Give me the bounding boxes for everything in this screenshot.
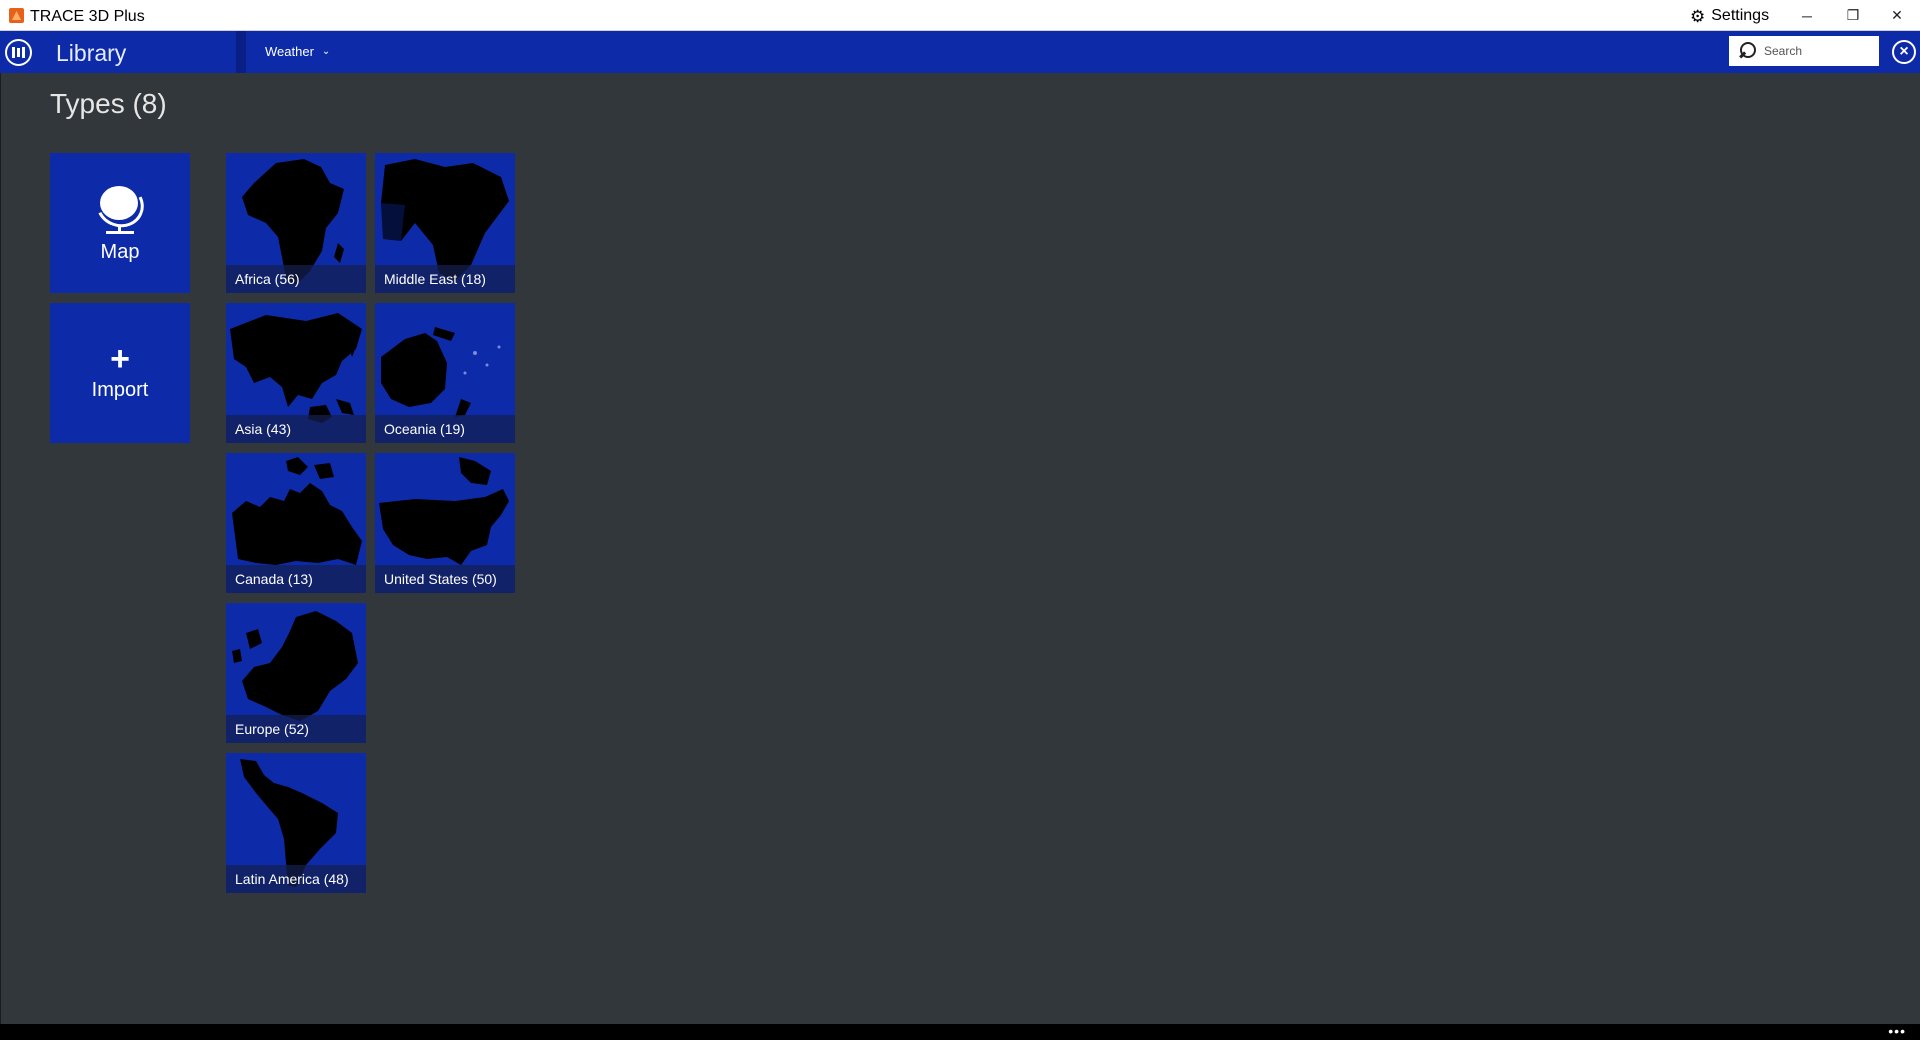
search-input[interactable]: [1764, 44, 1874, 58]
window-title: TRACE 3D Plus: [30, 8, 145, 25]
plus-icon: +: [110, 339, 130, 378]
import-tile[interactable]: + Import: [50, 303, 190, 443]
region-label: Oceania (19): [375, 415, 515, 443]
region-tile-africa[interactable]: Africa (56): [226, 153, 366, 293]
region-tile-europe[interactable]: Europe (52): [226, 603, 366, 743]
settings-label: Settings: [1711, 7, 1770, 24]
region-tile-asia[interactable]: Asia (43): [226, 303, 366, 443]
close-icon[interactable]: ×: [1892, 40, 1916, 64]
globe-icon: [89, 175, 151, 235]
window-title-bar: TRACE 3D Plus ⚙ Settings ─ ❐ ✕: [0, 0, 1920, 31]
left-edge-border: [0, 73, 1, 1024]
library-icon[interactable]: [5, 39, 32, 66]
category-dropdown[interactable]: Weather ⌄: [265, 44, 330, 59]
more-options-icon[interactable]: •••: [1888, 1024, 1906, 1038]
region-tile-oceania[interactable]: Oceania (19): [375, 303, 515, 443]
region-label: Canada (13): [226, 565, 366, 593]
import-tile-label: Import: [91, 378, 149, 401]
minimize-button[interactable]: ─: [1784, 0, 1830, 31]
gear-icon: ⚙: [1690, 6, 1706, 26]
region-label: Asia (43): [226, 415, 366, 443]
restore-button[interactable]: ❐: [1830, 0, 1876, 31]
map-tile[interactable]: Map: [50, 153, 190, 293]
region-tile-latin-america[interactable]: Latin America (48): [226, 753, 366, 893]
section-title: Types (8): [50, 88, 167, 119]
header-divider: [236, 31, 246, 73]
settings-button[interactable]: ⚙ Settings: [1690, 5, 1769, 27]
map-tile-label: Map: [100, 240, 140, 263]
close-window-button[interactable]: ✕: [1874, 0, 1920, 31]
region-label: Middle East (18): [375, 265, 515, 293]
region-tile-united-states[interactable]: United States (50): [375, 453, 515, 593]
region-label: Latin America (48): [226, 865, 366, 893]
region-tile-middle-east[interactable]: Middle East (18): [375, 153, 515, 293]
region-label: United States (50): [375, 565, 515, 593]
bottom-app-bar: •••: [0, 1024, 1920, 1040]
chevron-down-icon: ⌄: [321, 46, 331, 57]
region-tile-canada[interactable]: Canada (13): [226, 453, 366, 593]
region-label: Europe (52): [226, 715, 366, 743]
page-title: Library: [56, 40, 127, 66]
category-dropdown-value: Weather: [265, 44, 314, 59]
app-logo-icon: [9, 8, 24, 23]
app-header: Library Weather ⌄ ×: [0, 31, 1920, 73]
search-icon[interactable]: [1738, 42, 1756, 60]
region-label: Africa (56): [226, 265, 366, 293]
search-box[interactable]: [1729, 36, 1879, 66]
